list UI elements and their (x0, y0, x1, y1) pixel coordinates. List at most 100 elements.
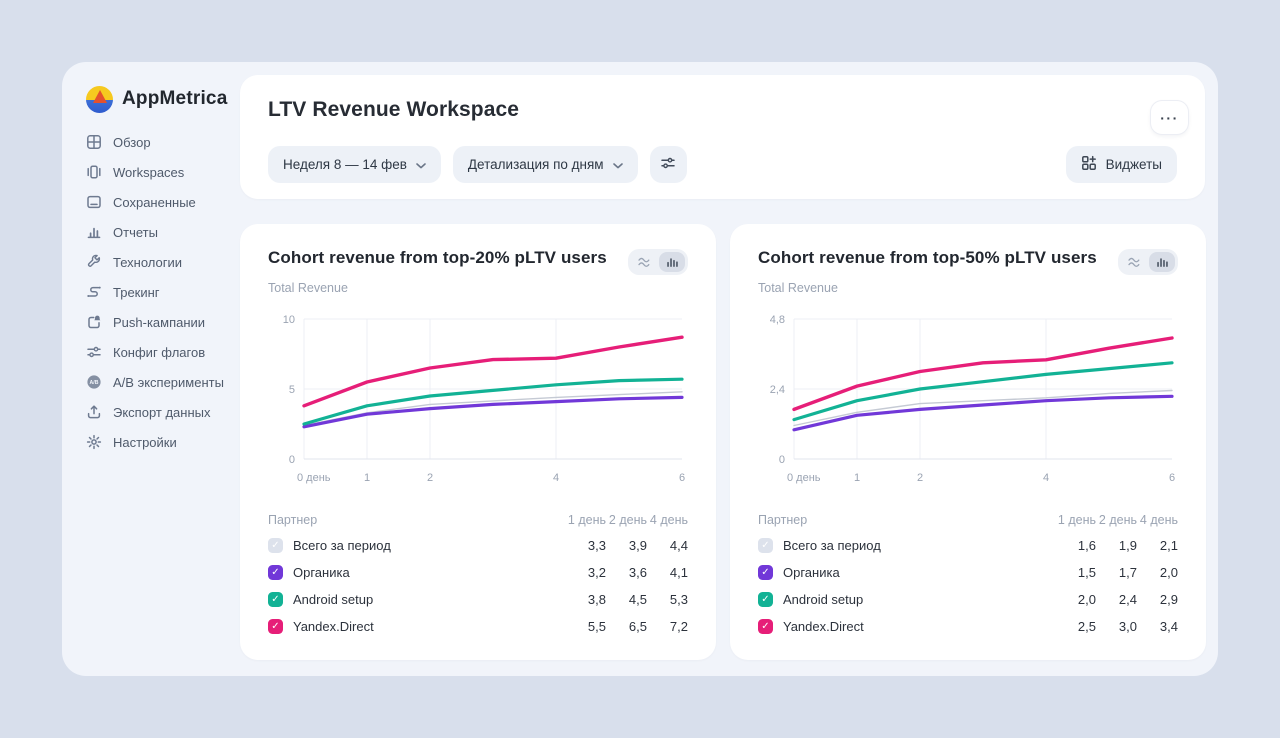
sidebar-item-2[interactable]: Сохраненные (86, 187, 246, 217)
series-name: Всего за период (783, 538, 881, 553)
series-value-day2: 2,0 (1137, 565, 1178, 580)
chart-card-top20: Cohort revenue from top-20% pLTV users T… (240, 224, 716, 660)
line-chart-toggle[interactable] (631, 252, 657, 272)
legend-row-name: ✓ Android setup (758, 592, 1055, 607)
series-value-day2: 4,1 (647, 565, 688, 580)
card-head: Cohort revenue from top-50% pLTV users (758, 248, 1178, 275)
series-checkbox-icon[interactable]: ✓ (268, 619, 283, 634)
series-value-day1: 3,0 (1096, 619, 1137, 634)
series-name: Органика (293, 565, 350, 580)
svg-text:0: 0 (289, 454, 295, 466)
detail-filter-dropdown[interactable]: Детализация по дням (453, 146, 638, 183)
legend-table-header: Партнер 1 день 2 день 4 день (758, 507, 1178, 532)
sidebar-item-1[interactable]: Workspaces (86, 157, 246, 187)
svg-text:2: 2 (917, 472, 923, 484)
period-filter-dropdown[interactable]: Неделя 8 — 14 фев (268, 146, 441, 183)
legend-row-name: ✓ Органика (268, 565, 565, 580)
widgets-button-label: Виджеты (1106, 157, 1162, 172)
sidebar-item-7[interactable]: Конфиг флагов (86, 337, 246, 367)
sidebar-item-label: Трекинг (113, 285, 160, 300)
bar-chart-toggle[interactable] (1149, 252, 1175, 272)
chart-card-top50: Cohort revenue from top-50% pLTV users T… (730, 224, 1206, 660)
sidebar-item-10[interactable]: Настройки (86, 427, 246, 457)
svg-text:A/B: A/B (90, 380, 99, 386)
sidebar-item-label: A/B эксперименты (113, 375, 224, 390)
chart-bar-icon (1156, 256, 1169, 268)
line-chart-toggle[interactable] (1121, 252, 1147, 272)
chart-title: Cohort revenue from top-50% pLTV users (758, 248, 1097, 268)
legend-row-name: ✓ Android setup (268, 592, 565, 607)
series-value-day2: 2,9 (1137, 592, 1178, 607)
series-value-day2: 7,2 (647, 619, 688, 634)
overview-grid-icon (86, 134, 102, 150)
sidebar-item-5[interactable]: Трекинг (86, 277, 246, 307)
bar-chart-toggle[interactable] (659, 252, 685, 272)
legend-row-1[interactable]: ✓Органика3,23,64,1 (268, 559, 688, 586)
sidebar-item-0[interactable]: Обзор (86, 127, 246, 157)
sidebar-item-label: Технологии (113, 255, 182, 270)
legend-row-name: ✓ Всего за период (758, 538, 1055, 553)
series-value-day0: 1,5 (1055, 565, 1096, 580)
page-title: LTV Revenue Workspace (268, 98, 519, 122)
push-campaigns-icon (86, 314, 102, 330)
series-value-day1: 6,5 (606, 619, 647, 634)
series-checkbox-icon[interactable]: ✓ (268, 592, 283, 607)
legend-row-0[interactable]: ✓Всего за период3,33,94,4 (268, 532, 688, 559)
tracking-icon (86, 284, 102, 300)
legend-table: Партнер 1 день 2 день 4 день ✓ Всего за п… (758, 507, 1178, 640)
series-checkbox-icon[interactable]: ✓ (758, 538, 773, 553)
partner-column-header: Партнер (268, 513, 565, 527)
legend-row-2[interactable]: ✓Android setup2,02,42,9 (758, 586, 1178, 613)
more-menu-button[interactable]: ··· (1151, 101, 1188, 134)
legend-row-0[interactable]: ✓Всего за период1,61,92,1 (758, 532, 1178, 559)
flag-config-icon (86, 344, 102, 360)
svg-text:6: 6 (679, 472, 685, 484)
filter-bar: Неделя 8 — 14 фев Детализация по дням (268, 146, 687, 183)
day2-column-header: 2 день (606, 513, 647, 527)
series-value-day1: 4,5 (606, 592, 647, 607)
sidebar-item-6[interactable]: Push-кампании (86, 307, 246, 337)
legend-row-name: ✓Органика (758, 565, 1055, 580)
app-logo-row[interactable]: AppMetrica (86, 85, 246, 113)
series-value-day2: 5,3 (647, 592, 688, 607)
series-name: Android setup (293, 592, 373, 607)
series-checkbox-icon[interactable]: ✓ (268, 538, 283, 553)
svg-text:2: 2 (427, 472, 433, 484)
series-name: Android setup (783, 592, 863, 607)
chart-view-toggle (1118, 249, 1178, 275)
svg-text:0 день: 0 день (297, 472, 331, 484)
series-name: Всего за период (293, 538, 391, 553)
sidebar-item-9[interactable]: Экспорт данных (86, 397, 246, 427)
chevron-down-icon (613, 157, 623, 172)
card-head: Cohort revenue from top-20% pLTV users (268, 248, 688, 275)
legend-table: Партнер 1 день 2 день 4 день ✓ Всего за п… (268, 507, 688, 640)
series-checkbox-icon[interactable]: ✓ (268, 565, 283, 580)
partner-column-header: Партнер (758, 513, 1055, 527)
filter-settings-button[interactable] (650, 146, 687, 183)
sidebar-item-8[interactable]: A/B A/B эксперименты (86, 367, 246, 397)
svg-text:2,4: 2,4 (770, 384, 785, 396)
series-value-day2: 4,4 (647, 538, 688, 553)
legend-row-1[interactable]: ✓Органика1,51,72,0 (758, 559, 1178, 586)
series-checkbox-icon[interactable]: ✓ (758, 619, 773, 634)
svg-text:6: 6 (1169, 472, 1175, 484)
sidebar-item-4[interactable]: Технологии (86, 247, 246, 277)
series-value-day0: 5,5 (565, 619, 606, 634)
svg-text:4: 4 (553, 472, 559, 484)
day4-column-header: 4 день (1137, 513, 1178, 527)
legend-row-3[interactable]: ✓Yandex.Direct5,56,57,2 (268, 613, 688, 640)
main-container: AppMetrica ОбзорWorkspaces Сохраненные Отч… (62, 62, 1218, 676)
series-value-day2: 3,4 (1137, 619, 1178, 634)
day4-column-header: 4 день (647, 513, 688, 527)
legend-row-2[interactable]: ✓Android setup3,84,55,3 (268, 586, 688, 613)
legend-table-header: Партнер 1 день 2 день 4 день (268, 507, 688, 532)
workspaces-icon (86, 164, 102, 180)
legend-row-3[interactable]: ✓Yandex.Direct2,53,03,4 (758, 613, 1178, 640)
sidebar-item-3[interactable]: Отчеты (86, 217, 246, 247)
sidebar-item-label: Настройки (113, 435, 177, 450)
series-checkbox-icon[interactable]: ✓ (758, 565, 773, 580)
sidebar-item-label: Сохраненные (113, 195, 196, 210)
widgets-button[interactable]: Виджеты (1066, 146, 1177, 183)
series-checkbox-icon[interactable]: ✓ (758, 592, 773, 607)
appmetrica-logo-icon (86, 86, 113, 113)
